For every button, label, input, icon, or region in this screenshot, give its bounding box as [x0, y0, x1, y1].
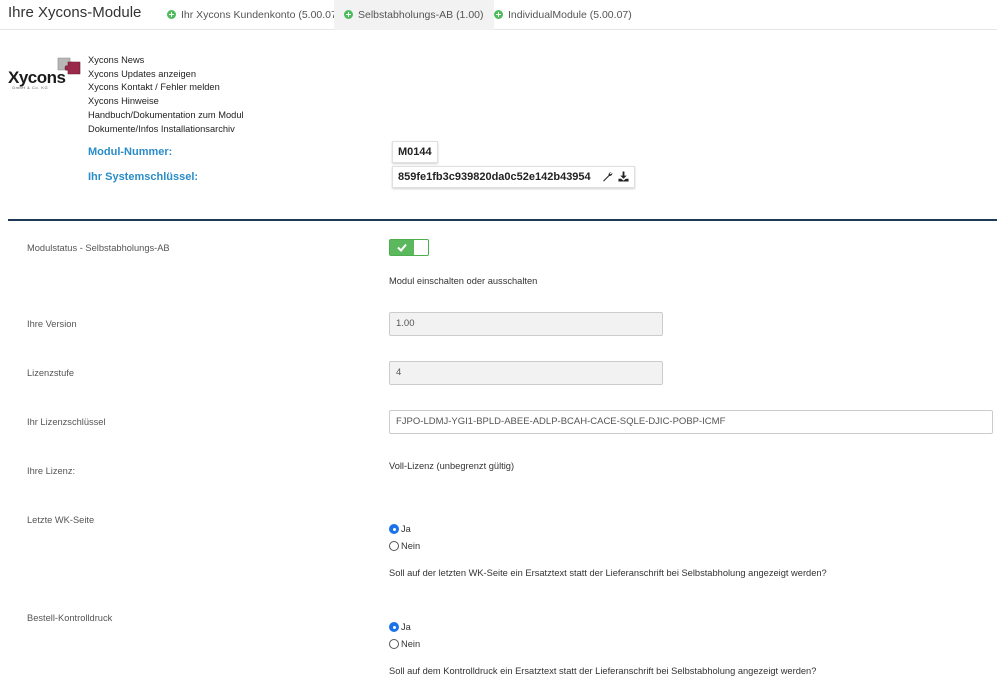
systemschluessel-box: 859fe1fb3c939820da0c52e142b43954 [392, 166, 635, 188]
status-dot-icon [167, 10, 176, 19]
modulstatus-help: Modul einschalten oder ausschalten [389, 276, 538, 286]
link-updates[interactable]: Xycons Updates anzeigen [88, 68, 244, 82]
status-dot-icon [494, 10, 503, 19]
version-field[interactable]: 1.00 [389, 312, 663, 336]
link-handbuch[interactable]: Handbuch/Dokumentation zum Modul [88, 109, 244, 123]
section-divider [8, 219, 997, 221]
tab-label: IndividualModule (5.00.07) [508, 9, 632, 21]
letzte-wk-option-ja[interactable]: Ja [389, 524, 411, 534]
link-kontakt[interactable]: Xycons Kontakt / Fehler melden [88, 81, 244, 95]
check-icon [397, 243, 407, 252]
logo-subtext: GmbH & Co. KG [12, 85, 49, 90]
modul-nummer-value: M0144 [392, 141, 438, 163]
link-dokumente[interactable]: Dokumente/Infos Installationsarchiv [88, 123, 244, 137]
lizenz-value: Voll-Lizenz (unbegrenzt gültig) [389, 461, 515, 471]
tab-kundenkonto[interactable]: Ihr Xycons Kundenkonto (5.00.07) [157, 0, 350, 30]
lizenzschluessel-label: Ihr Lizenzschlüssel [27, 417, 106, 427]
lizenzstufe-label: Lizenzstufe [27, 368, 75, 378]
letzte-wk-label: Letzte WK-Seite [27, 515, 95, 525]
tab-individualmodule[interactable]: IndividualModule (5.00.07) [484, 0, 642, 30]
radio-checked-icon[interactable] [389, 524, 399, 534]
systemschluessel-label: Ihr Systemschlüssel: [88, 171, 199, 183]
top-bar: Ihre Xycons-Module Ihr Xycons Kundenkont… [0, 0, 997, 30]
version-label: Ihre Version [27, 319, 77, 329]
kontrolldruck-label: Bestell-Kontrolldruck [27, 613, 113, 623]
download-icon[interactable] [618, 171, 629, 182]
modulstatus-label: Modulstatus - Selbstabholungs-AB [27, 243, 170, 253]
lizenz-label: Ihre Lizenz: [27, 466, 76, 476]
tab-label: Ihr Xycons Kundenkonto (5.00.07) [181, 9, 341, 21]
radio-label: Nein [401, 541, 421, 551]
radio-label: Ja [401, 622, 411, 632]
lizenzstufe-field[interactable]: 4 [389, 361, 663, 385]
radio-unchecked-icon[interactable] [389, 639, 399, 649]
letzte-wk-help: Soll auf der letzten WK-Seite ein Ersatz… [389, 568, 827, 578]
radio-label: Ja [401, 524, 411, 534]
radio-label: Nein [401, 639, 421, 649]
kontrolldruck-option-nein[interactable]: Nein [389, 639, 420, 649]
radio-checked-icon[interactable] [389, 622, 399, 632]
toggle-on-state [390, 240, 414, 255]
xycons-logo: Xycons GmbH & Co. KG [8, 56, 88, 92]
kontrolldruck-option-ja[interactable]: Ja [389, 622, 411, 632]
link-hinweise[interactable]: Xycons Hinweise [88, 95, 244, 109]
link-news[interactable]: Xycons News [88, 54, 244, 68]
tab-selbstabholungs-ab[interactable]: Selbstabholungs-AB (1.00) [334, 0, 494, 30]
modul-nummer-label: Modul-Nummer: [88, 146, 173, 158]
radio-unchecked-icon[interactable] [389, 541, 399, 551]
systemschluessel-value: 859fe1fb3c939820da0c52e142b43954 [398, 171, 591, 183]
info-links: Xycons News Xycons Updates anzeigen Xyco… [88, 54, 244, 136]
tab-label: Selbstabholungs-AB (1.00) [358, 9, 484, 21]
system-key-actions [602, 171, 629, 185]
status-dot-icon [344, 10, 353, 19]
letzte-wk-option-nein[interactable]: Nein [389, 541, 420, 551]
lizenzschluessel-field[interactable]: FJPO-LDMJ-YGI1-BPLD-ABEE-ADLP-BCAH-CACE-… [389, 410, 993, 434]
modulstatus-toggle[interactable] [389, 239, 429, 256]
kontrolldruck-help: Soll auf dem Kontrolldruck ein Ersatztex… [389, 666, 817, 676]
wrench-icon[interactable] [602, 171, 613, 182]
page-title: Ihre Xycons-Module [8, 4, 142, 21]
